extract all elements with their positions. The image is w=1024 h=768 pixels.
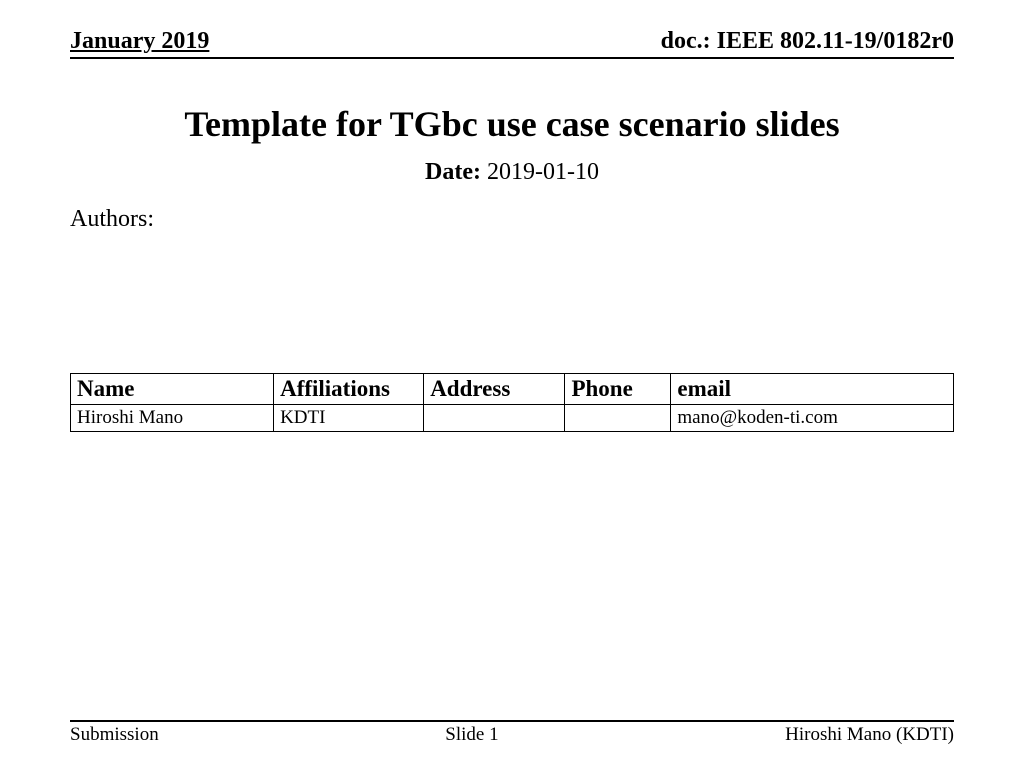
authors-label: Authors: xyxy=(70,206,954,233)
cell-phone xyxy=(565,405,671,432)
cell-name: Hiroshi Mano xyxy=(71,405,274,432)
slide-title: Template for TGbc use case scenario slid… xyxy=(70,103,954,145)
footer-left: Submission xyxy=(70,724,159,746)
table-row: Hiroshi Mano KDTI mano@koden-ti.com xyxy=(71,405,954,432)
footer-row: Submission Slide 1 Hiroshi Mano (KDTI) xyxy=(70,724,954,746)
th-email: email xyxy=(671,374,954,405)
date-value: 2019-01-10 xyxy=(487,159,599,185)
header-doc-id: doc.: IEEE 802.11-19/0182r0 xyxy=(661,28,954,55)
footer-center: Slide 1 xyxy=(445,724,498,746)
th-phone: Phone xyxy=(565,374,671,405)
footer-right: Hiroshi Mano (KDTI) xyxy=(785,724,954,746)
footer-rule xyxy=(70,720,954,722)
date-line: Date: 2019-01-10 xyxy=(70,159,954,186)
cell-address xyxy=(424,405,565,432)
slide-header: January 2019 doc.: IEEE 802.11-19/0182r0 xyxy=(70,28,954,59)
date-label: Date: xyxy=(425,159,481,185)
slide-footer: Submission Slide 1 Hiroshi Mano (KDTI) xyxy=(70,720,954,746)
th-name: Name xyxy=(71,374,274,405)
cell-affiliations: KDTI xyxy=(274,405,424,432)
th-address: Address xyxy=(424,374,565,405)
table-header-row: Name Affiliations Address Phone email xyxy=(71,374,954,405)
authors-table: Name Affiliations Address Phone email Hi… xyxy=(70,373,954,432)
th-affiliations: Affiliations xyxy=(274,374,424,405)
cell-email: mano@koden-ti.com xyxy=(671,405,954,432)
header-date: January 2019 xyxy=(70,28,209,55)
slide: January 2019 doc.: IEEE 802.11-19/0182r0… xyxy=(0,0,1024,768)
